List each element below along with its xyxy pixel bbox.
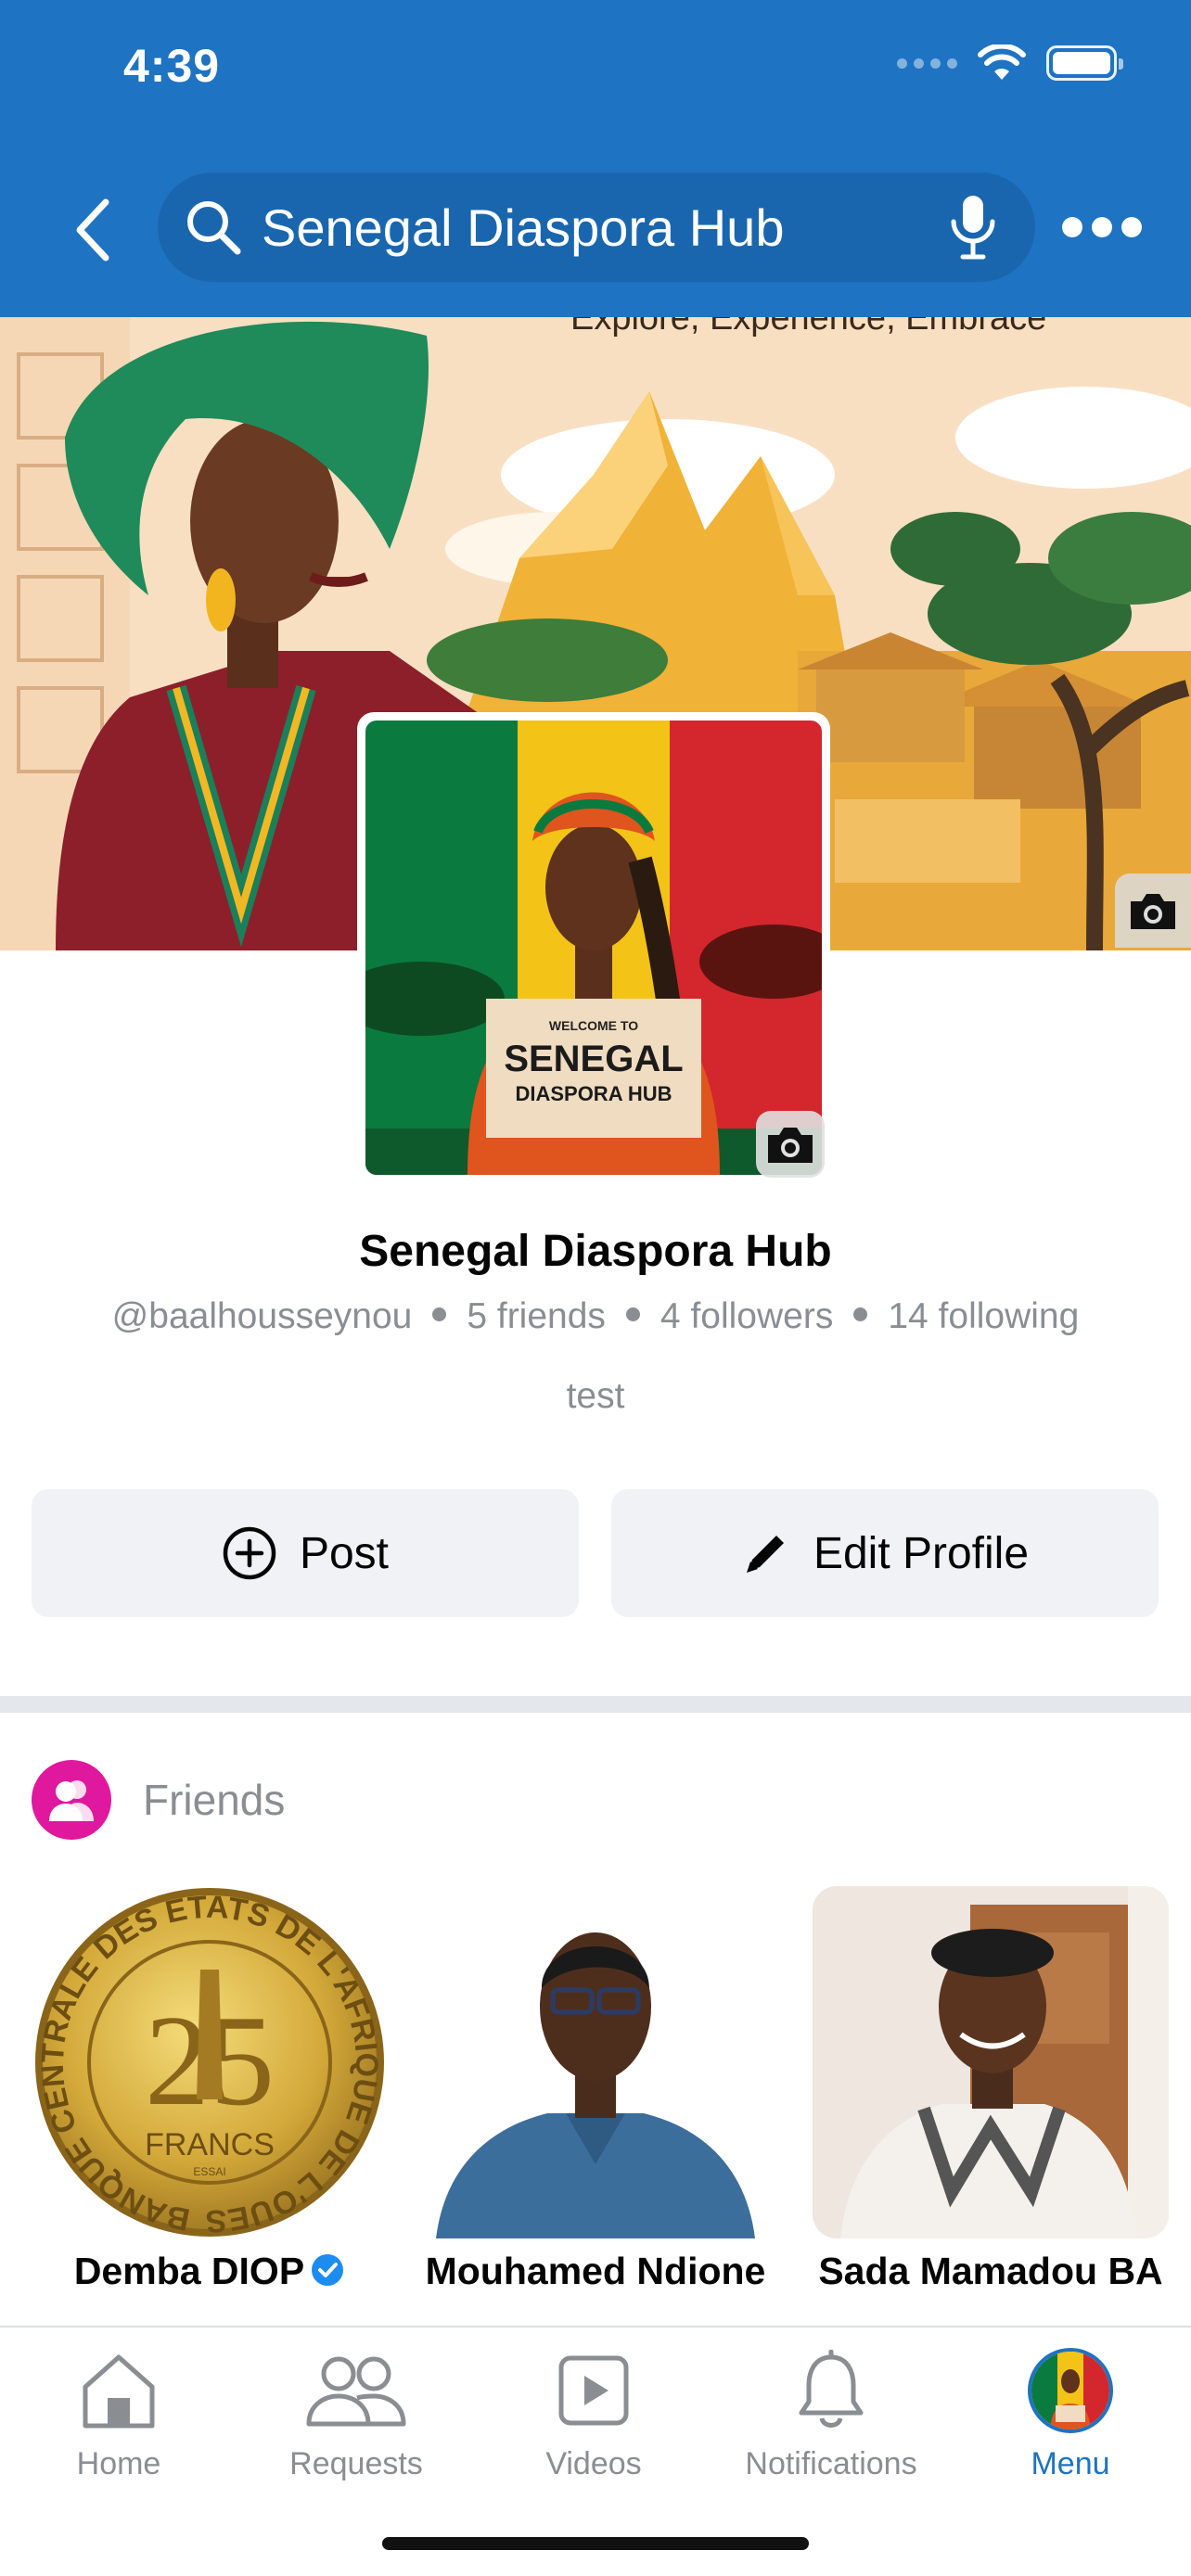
friend-card[interactable]: Mouhamed Ndione	[417, 1886, 774, 2293]
home-indicator	[382, 2537, 809, 2550]
coin-small-text: ESSAI	[193, 2165, 225, 2178]
search-icon	[187, 201, 241, 255]
home-icon	[83, 2354, 155, 2429]
search-input[interactable]	[262, 197, 948, 258]
friend-photo	[417, 1886, 774, 2238]
cellular-signal-icon	[897, 57, 957, 69]
section-divider	[0, 1696, 1191, 1713]
people-icon	[306, 2356, 406, 2427]
back-chevron-icon	[76, 198, 109, 261]
tab-label: Menu	[1031, 2446, 1110, 2481]
post-button[interactable]: Post	[32, 1489, 579, 1617]
bell-icon	[799, 2350, 864, 2428]
friend-name: Demba DIOP	[32, 2250, 388, 2293]
friend-card[interactable]: Sada Mamadou BA	[813, 1886, 1169, 2293]
friends-count[interactable]: 5 friends	[467, 1296, 606, 1336]
following-count[interactable]: 14 following	[888, 1296, 1079, 1336]
tab-label: Requests	[289, 2446, 423, 2481]
friends-header[interactable]: Friends	[32, 1760, 285, 1840]
friends-title: Friends	[143, 1776, 286, 1824]
tab-menu[interactable]: Menu	[952, 2344, 1189, 2482]
profile-handle: @baalhousseynou	[111, 1296, 413, 1336]
camera-icon	[1131, 894, 1175, 929]
sign-line-3: DIASPORA HUB	[515, 1082, 672, 1105]
status-time: 4:39	[123, 40, 221, 92]
separator-dot	[432, 1307, 447, 1322]
coin-unit: FRANCS	[145, 2127, 275, 2162]
status-icons	[897, 45, 1123, 82]
microphone-icon[interactable]	[948, 194, 998, 261]
more-dots-icon	[1062, 217, 1082, 237]
camera-icon	[768, 1128, 813, 1163]
friend-card[interactable]: BANQUE CENTRALE DES ETATS DE L'AFRIQUE D…	[32, 1886, 388, 2293]
top-app-bar: 4:39	[0, 0, 1191, 317]
search-bar[interactable]	[158, 172, 1035, 282]
separator-dot	[625, 1307, 640, 1322]
tab-label: Videos	[545, 2446, 642, 2481]
cover-tagline: Explore, Experience, Embrace	[570, 317, 1047, 338]
friend-name: Sada Mamadou BA	[818, 2250, 1163, 2292]
sign-line-2: SENEGAL	[504, 1039, 683, 1079]
friend-photo	[813, 1886, 1169, 2238]
tab-videos[interactable]: Videos	[475, 2344, 712, 2482]
edit-profile-button[interactable]: Edit Profile	[611, 1489, 1159, 1617]
friends-icon	[32, 1760, 111, 1840]
video-play-icon	[558, 2355, 629, 2426]
edit-profile-label: Edit Profile	[813, 1528, 1030, 1578]
separator-dot	[853, 1307, 868, 1322]
friend-photo: BANQUE CENTRALE DES ETATS DE L'AFRIQUE D…	[32, 1886, 388, 2238]
tab-home[interactable]: Home	[0, 2344, 237, 2482]
add-circle-icon	[223, 1526, 276, 1580]
more-options-button[interactable]	[1056, 204, 1148, 250]
battery-icon	[1046, 45, 1123, 81]
edit-cover-button[interactable]	[1115, 874, 1191, 948]
edit-profile-picture-button[interactable]	[756, 1111, 825, 1178]
tab-requests[interactable]: Requests	[237, 2344, 475, 2482]
post-button-label: Post	[299, 1528, 390, 1578]
profile-picture-image: WELCOME TO SENEGAL DIASPORA HUB	[365, 721, 822, 1175]
tab-label: Home	[76, 2446, 161, 2481]
profile-name: Senegal Diaspora Hub	[359, 1227, 832, 1276]
tab-notifications[interactable]: Notifications	[712, 2344, 950, 2482]
wifi-icon	[978, 45, 1026, 80]
sign-line-1: WELCOME TO	[549, 1018, 638, 1033]
followers-count[interactable]: 4 followers	[660, 1296, 833, 1336]
profile-bio: test	[566, 1376, 625, 1416]
pencil-icon	[746, 1536, 784, 1573]
friend-name: Mouhamed Ndione	[425, 2250, 766, 2292]
verified-badge-icon	[312, 2254, 344, 2287]
back-button[interactable]	[65, 193, 121, 267]
profile-avatar	[1028, 2348, 1113, 2433]
tab-label: Notifications	[745, 2446, 917, 2481]
profile-picture[interactable]: WELCOME TO SENEGAL DIASPORA HUB	[357, 712, 830, 1183]
profile-stats: @baalhousseynou 5 friends 4 followers 14 fo…	[0, 1296, 1191, 1337]
